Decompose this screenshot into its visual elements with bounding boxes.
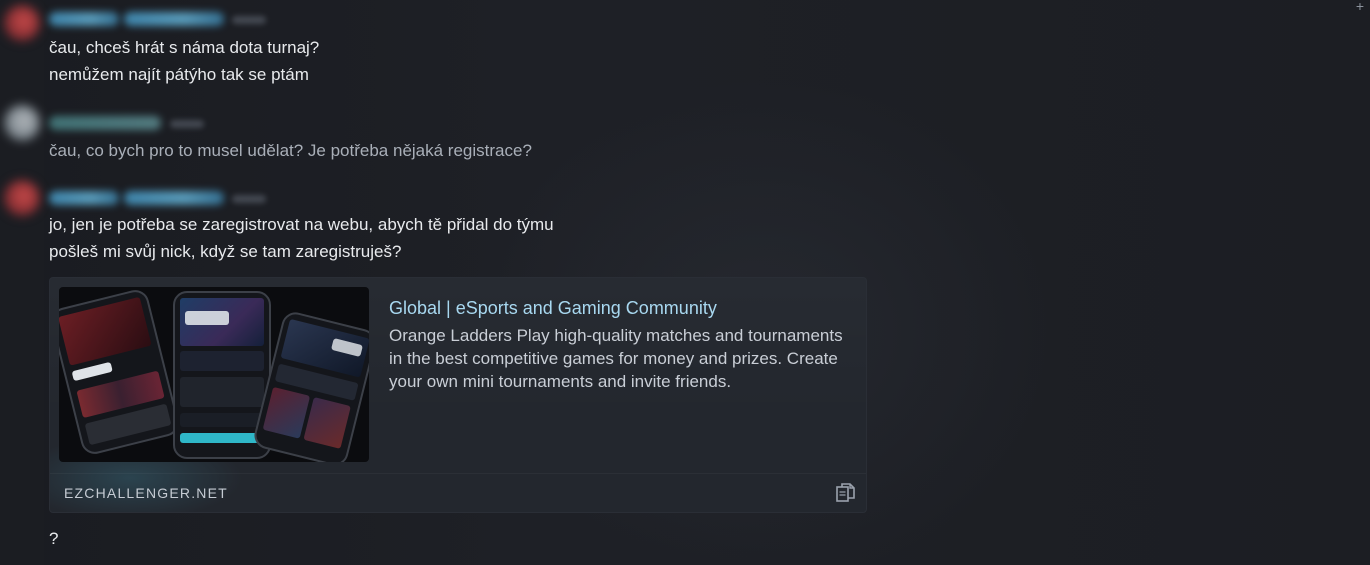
author-handle-redacted: [124, 191, 224, 205]
add-reaction-icon[interactable]: +: [1344, 0, 1364, 13]
timestamp-redacted: [232, 16, 266, 24]
phone-mockup: [59, 287, 182, 457]
author-name-redacted: [49, 12, 119, 26]
author-handle-redacted: [124, 12, 224, 26]
embed-footer: EZCHALLENGER.NET: [50, 473, 866, 514]
message-text: ?: [49, 529, 59, 548]
embed-title-link[interactable]: Global | eSports and Gaming Community: [389, 296, 717, 320]
timestamp-redacted: [232, 195, 266, 203]
copy-icon[interactable]: [834, 481, 858, 505]
timestamp-redacted: [170, 120, 204, 128]
avatar-column: [0, 0, 44, 565]
avatar[interactable]: [4, 105, 40, 141]
author-name-redacted: [49, 116, 161, 130]
message-text: čau, co bych pro to musel udělat? Je pot…: [49, 141, 532, 160]
app-mockup-phones-icon[interactable]: [59, 287, 369, 462]
avatar[interactable]: [4, 5, 40, 41]
message-text: nemůžem najít pátýho tak se ptám: [49, 65, 309, 84]
avatar[interactable]: [4, 180, 40, 216]
link-embed-card[interactable]: Global | eSports and Gaming Community Or…: [49, 277, 867, 513]
author-name-redacted: [49, 191, 119, 205]
embed-description: Orange Ladders Play high-quality matches…: [389, 326, 843, 391]
message-text: čau, chceš hrát s náma dota turnaj?: [49, 38, 320, 57]
message-text: jo, jen je potřeba se zaregistrovat na w…: [49, 215, 554, 234]
message-text: pošleš mi svůj nick, když se tam zaregis…: [49, 242, 402, 261]
embed-domain[interactable]: EZCHALLENGER.NET: [64, 485, 228, 501]
